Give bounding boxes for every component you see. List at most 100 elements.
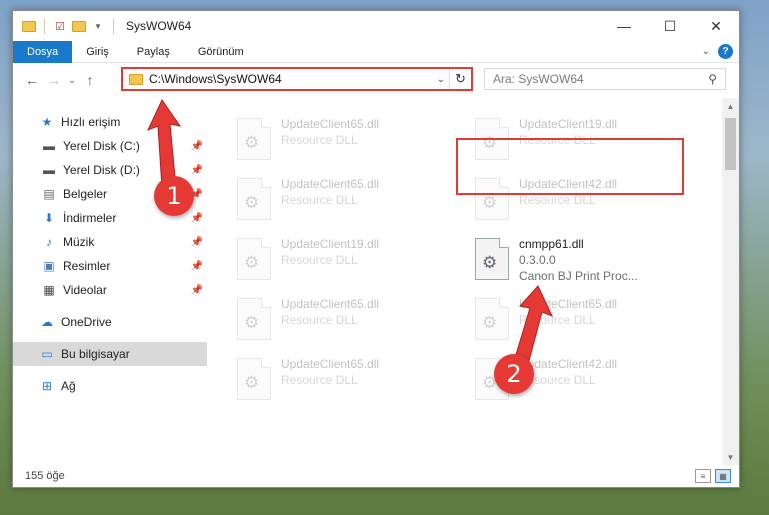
file-name: UpdateClient65.dll [281,357,380,371]
videos-icon: ▦ [43,283,55,297]
pin-icon: 📌 [190,212,203,224]
file-description: Resource DLL [281,373,358,387]
dll-file-icon: ⚙ [237,298,271,340]
back-button[interactable]: ← [21,69,43,91]
customize-toolbar-icon[interactable]: ▾ [90,18,106,34]
step-badge-1: 1 [154,176,194,216]
explorer-window: ☑ ▾ SysWOW64 — ☐ ✕ Dosya Giriş Paylaş Gö… [12,10,740,488]
file-name: UpdateClient65.dll [281,117,380,131]
documents-icon: ▤ [43,187,55,201]
sidebar-item-label: Yerel Disk (C:) [63,139,140,153]
large-icons-view-icon[interactable]: ▦ [715,469,731,483]
tab-file[interactable]: Dosya [13,40,73,63]
sidebar-item-label: Hızlı erişim [61,115,121,129]
download-icon: ⬇ [43,211,55,225]
drive-icon: ▬ [43,139,55,153]
music-icon: ♪ [46,235,52,249]
sidebar-item-label: OneDrive [61,315,112,329]
sidebar-item-onedrive[interactable]: ☁ OneDrive [13,310,207,334]
sidebar-item-label: Videolar [63,283,107,297]
file-name: UpdateClient19.dll [281,237,380,251]
list-item[interactable]: ⚙ UpdateClient65.dll Resource DLL [233,114,463,168]
title-bar: ☑ ▾ SysWOW64 — ☐ ✕ [13,11,739,41]
list-item[interactable]: ⚙ UpdateClient19.dll Resource DLL [233,234,463,288]
pictures-icon: ▣ [43,259,55,273]
close-button[interactable]: ✕ [693,11,739,41]
tab-home[interactable]: Giriş [72,41,123,63]
properties-icon[interactable]: ☑ [52,18,68,34]
sidebar-item-music[interactable]: ♪ Müzik 📌 [13,230,207,254]
sidebar-item-label: Bu bilgisayar [61,347,130,361]
address-dropdown-icon[interactable]: ⌄ [433,74,449,85]
window-title: SysWOW64 [126,19,192,33]
pin-icon: 📌 [190,260,203,272]
list-item[interactable]: ⚙ UpdateClient65.dll Resource DLL [233,294,463,348]
network-icon: ⊞ [41,379,53,393]
sidebar-item-pictures[interactable]: ▣ Resimler 📌 [13,254,207,278]
search-icon[interactable]: ⚲ [708,72,717,86]
dll-file-icon: ⚙ [237,358,271,400]
status-bar: 155 öğe ≡ ▦ [13,465,739,487]
sidebar-item-label: İndirmeler [63,211,117,225]
sidebar-item-label: Yerel Disk (D:) [63,163,140,177]
item-count: 155 öğe [25,470,65,482]
ribbon-right-controls: ⌄ ? [702,44,733,59]
sidebar-item-label: Resimler [63,259,111,273]
maximize-button[interactable]: ☐ [647,11,693,41]
vertical-scrollbar[interactable]: ▲ ▼ [722,98,739,465]
details-view-icon[interactable]: ≡ [695,469,711,483]
dll-file-icon: ⚙ [475,238,509,280]
file-name: UpdateClient65.dll [281,177,380,191]
help-icon[interactable]: ? [718,44,733,59]
file-description: Resource DLL [281,133,358,147]
file-name: cnmpp61.dll [519,237,584,251]
file-name: UpdateClient19.dll [519,117,618,131]
expand-ribbon-icon[interactable]: ⌄ [702,46,710,57]
sidebar-item-label: Belgeler [63,187,108,201]
file-description: Resource DLL [281,253,358,267]
pin-icon: 📌 [190,284,203,296]
scroll-up-icon[interactable]: ▲ [722,98,739,114]
list-item[interactable]: ⚙ UpdateClient65.dll Resource DLL [233,174,463,228]
sidebar-item-label: Müzik [63,235,95,249]
file-highlight-box [456,138,684,195]
new-folder-icon[interactable] [71,18,87,34]
drive-icon: ▬ [43,163,55,177]
view-toggle: ≡ ▦ [695,469,731,483]
toolbar-separator [44,18,45,34]
search-input[interactable] [493,72,709,86]
list-item-cnmpp61[interactable]: ⚙ cnmpp61.dll 0.3.0.0 Canon BJ Print Proc.… [471,234,701,288]
dll-file-icon: ⚙ [237,238,271,280]
dll-file-icon: ⚙ [237,178,271,220]
cloud-icon: ☁ [41,315,53,329]
quick-access-toolbar: ☑ ▾ [13,18,118,34]
search-box[interactable]: ⚲ [484,68,726,90]
tab-share[interactable]: Paylaş [123,41,184,63]
toolbar-separator [113,18,114,34]
dll-file-icon: ⚙ [237,118,271,160]
up-button[interactable]: ↑ [79,69,101,91]
address-path[interactable]: C:\Windows\SysWOW64 [149,72,433,86]
sidebar-item-videos[interactable]: ▦ Videolar 📌 [13,278,207,302]
file-version: 0.3.0.0 [519,253,556,267]
sidebar-item-network[interactable]: ⊞ Ağ [13,374,207,398]
ribbon-tabs: Dosya Giriş Paylaş Görünüm ⌄ ? [13,40,739,63]
file-description: Resource DLL [281,193,358,207]
navigation-bar: ← → ⌄ ↑ C:\Windows\SysWOW64 ⌄ ↻ ⚲ [13,63,739,97]
sidebar-item-this-pc[interactable]: ▭ Bu bilgisayar [13,342,207,366]
forward-button[interactable]: → [43,69,65,91]
computer-icon: ▭ [41,347,53,361]
window-controls: — ☐ ✕ [601,11,739,41]
pin-icon: 📌 [190,236,203,248]
recent-locations-icon[interactable]: ⌄ [65,69,79,91]
folder-icon[interactable] [21,18,37,34]
minimize-button[interactable]: — [601,11,647,41]
refresh-icon[interactable]: ↻ [449,69,471,89]
scroll-thumb[interactable] [725,118,736,170]
address-bar[interactable]: C:\Windows\SysWOW64 ⌄ ↻ [121,67,473,91]
tab-view[interactable]: Görünüm [184,41,258,63]
file-name: UpdateClient65.dll [281,297,380,311]
folder-icon [129,73,143,85]
list-item[interactable]: ⚙ UpdateClient65.dll Resource DLL [233,354,463,408]
scroll-down-icon[interactable]: ▼ [722,449,739,465]
